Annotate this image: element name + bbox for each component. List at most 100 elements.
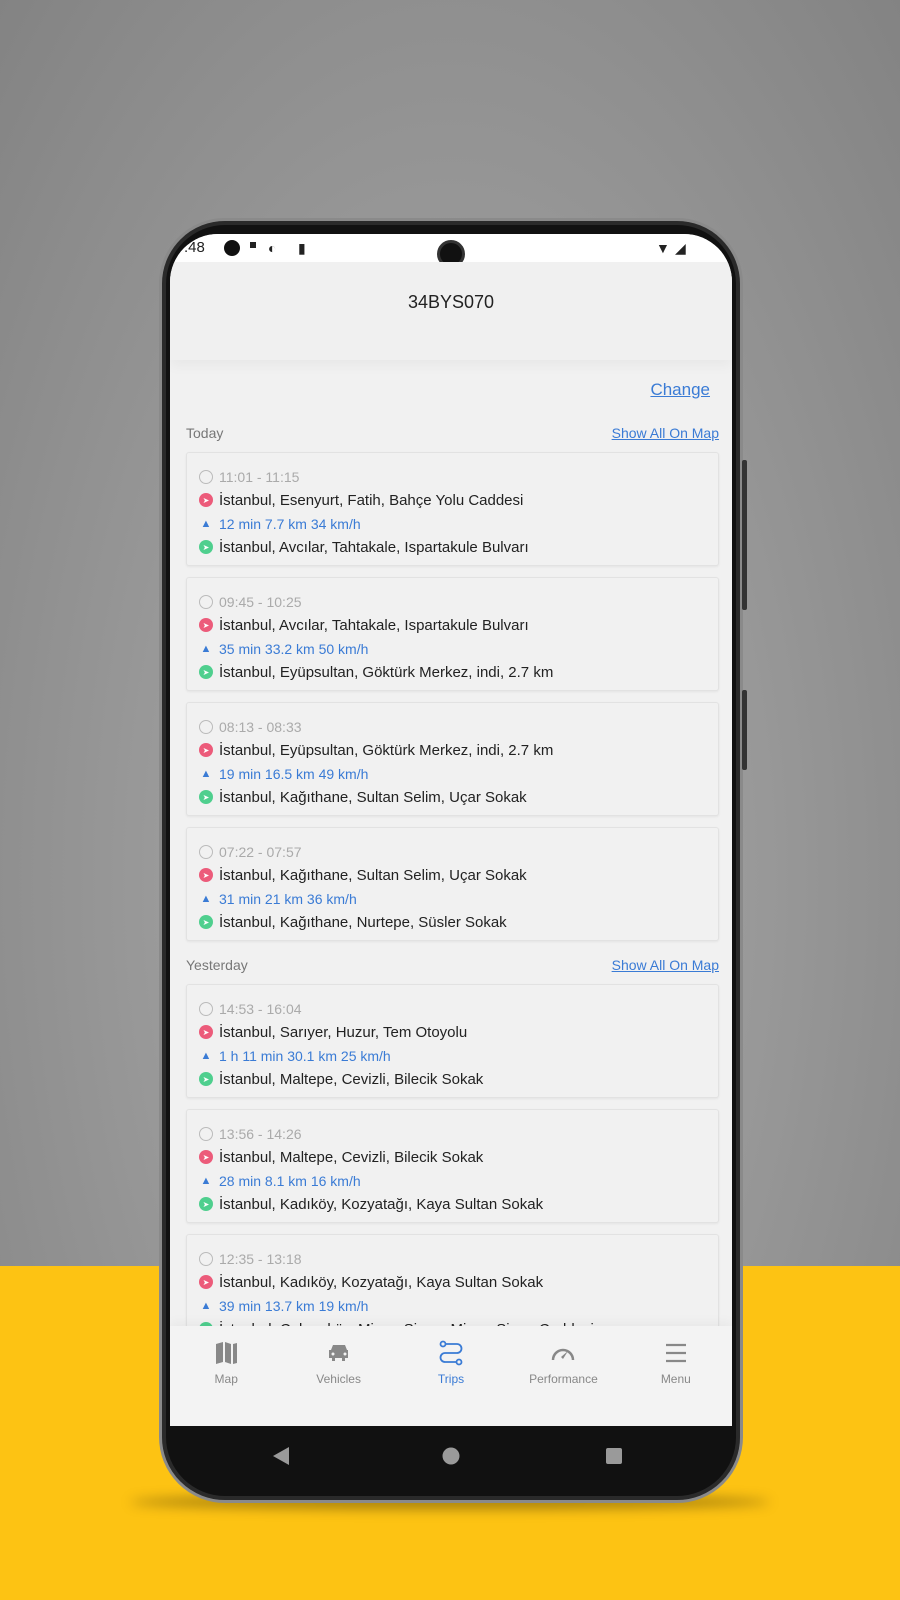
recents-icon[interactable] (606, 1448, 622, 1464)
trip-time: 11:01 - 11:15 (219, 468, 300, 485)
navigation-arrow-icon: ▲ (200, 892, 212, 905)
clock-icon (199, 594, 213, 609)
nav-tab-performance[interactable]: Performance (507, 1326, 619, 1426)
trip-start-address: İstanbul, Eyüpsultan, Göktürk Merkez, in… (219, 741, 554, 759)
clock-icon (199, 719, 213, 734)
home-icon[interactable] (442, 1447, 460, 1465)
trip-card[interactable]: 08:13 - 08:33 ➤ İstanbul, Eyüpsultan, Gök… (186, 702, 719, 816)
trip-time: 12:35 - 13:18 (219, 1250, 302, 1267)
start-location-icon: ➤ (199, 1275, 213, 1290)
section-label: Yesterday (186, 957, 248, 973)
start-location-icon: ➤ (199, 1150, 213, 1165)
navigation-arrow-icon: ▲ (200, 1299, 212, 1312)
trip-time: 07:22 - 07:57 (219, 843, 302, 860)
trip-card[interactable]: 13:56 - 14:26 ➤ İstanbul, Maltepe, Cevizl… (186, 1109, 719, 1223)
nav-tab-label: Map (214, 1372, 238, 1386)
trip-time: 09:45 - 10:25 (219, 593, 302, 610)
signal-icon: ◢ (675, 240, 686, 256)
trip-stats: 19 min 16.5 km 49 km/h (219, 765, 369, 782)
section-header: Today Show All On Map (186, 420, 719, 446)
end-location-icon: ➤ (199, 540, 213, 555)
clock-icon (199, 1126, 213, 1141)
end-location-icon: ➤ (199, 1197, 213, 1212)
trip-card[interactable]: 07:22 - 07:57 ➤ İstanbul, Kağıthane, Sult… (186, 827, 719, 941)
trip-start-address: İstanbul, Avcılar, Tahtakale, Ispartakul… (219, 616, 529, 634)
start-location-icon: ➤ (199, 868, 213, 883)
trip-time: 08:13 - 08:33 (219, 718, 302, 735)
start-location-icon: ➤ (199, 618, 213, 633)
end-location-icon: ➤ (199, 1072, 213, 1087)
show-all-on-map-link[interactable]: Show All On Map (612, 957, 719, 973)
nav-tab-label: Performance (529, 1372, 598, 1386)
nav-tab-label: Trips (437, 1372, 465, 1386)
trip-start-address: İstanbul, Kağıthane, Sultan Selim, Uçar … (219, 866, 527, 884)
end-location-icon: ➤ (199, 665, 213, 680)
trip-time: 14:53 - 16:04 (219, 1000, 302, 1017)
start-location-icon: ➤ (199, 1025, 213, 1040)
volume-button (742, 460, 747, 610)
trip-start-address: İstanbul, Esenyurt, Fatih, Bahçe Yolu Ca… (219, 491, 524, 509)
start-location-icon: ➤ (199, 743, 213, 758)
end-location-icon: ➤ (199, 790, 213, 805)
screen: .48 ◐ ▮ ▼ ◢ 34BYS070 Change Today Show A… (170, 234, 732, 1426)
system-navigation-bar (170, 1426, 732, 1486)
change-vehicle-link[interactable]: Change (650, 380, 710, 400)
trip-card[interactable]: 14:53 - 16:04 ➤ İstanbul, Sarıyer, Huzur,… (186, 984, 719, 1098)
navigation-arrow-icon: ▲ (200, 517, 212, 530)
map-icon (216, 1342, 238, 1364)
navigation-arrow-icon: ▲ (200, 1049, 212, 1062)
clock-icon (199, 1251, 213, 1266)
trip-end-address: İstanbul, Avcılar, Tahtakale, Ispartakul… (219, 538, 529, 556)
notification-icon (250, 242, 256, 248)
clock-icon (199, 844, 213, 859)
nav-tab-menu[interactable]: Menu (620, 1326, 732, 1426)
start-location-icon: ➤ (199, 493, 213, 508)
nav-tab-label: Menu (660, 1372, 691, 1386)
trip-stats: 1 h 11 min 30.1 km 25 km/h (219, 1047, 391, 1064)
notification-dot-icon (224, 240, 240, 256)
trip-end-address: İstanbul, Kadıköy, Kozyatağı, Kaya Sulta… (219, 1195, 544, 1213)
clock-icon (199, 1001, 213, 1016)
route-icon (439, 1340, 463, 1366)
nav-tab-label: Vehicles (316, 1372, 361, 1386)
trip-card[interactable]: 09:45 - 10:25 ➤ İstanbul, Avcılar, Tahtak… (186, 577, 719, 691)
power-button (742, 690, 747, 770)
nav-tab-vehicles[interactable]: Vehicles (282, 1326, 394, 1426)
car-icon (328, 1345, 348, 1361)
bottom-navigation: Map Vehicles Trips Performance Menu (170, 1326, 732, 1426)
navigation-arrow-icon: ▲ (200, 1174, 212, 1187)
trip-list[interactable]: Today Show All On Map 11:01 - 11:15 ➤ İst… (186, 420, 719, 1359)
trip-end-address: İstanbul, Maltepe, Cevizli, Bilecik Soka… (219, 1070, 484, 1088)
clock-icon (199, 469, 213, 484)
speedometer-icon (552, 1348, 575, 1361)
wifi-icon: ▼ (656, 240, 670, 256)
nav-tab-map[interactable]: Map (170, 1326, 282, 1426)
show-all-on-map-link[interactable]: Show All On Map (612, 425, 719, 441)
trip-end-address: İstanbul, Kağıthane, Nurtepe, Süsler Sok… (219, 913, 507, 931)
trip-stats: 35 min 33.2 km 50 km/h (219, 640, 369, 657)
navigation-arrow-icon: ▲ (200, 767, 212, 780)
trip-end-address: İstanbul, Eyüpsultan, Göktürk Merkez, in… (219, 663, 554, 681)
page-title: 34BYS070 (407, 292, 495, 312)
trip-stats: 12 min 7.7 km 34 km/h (219, 515, 361, 532)
sd-card-icon: ▮ (298, 240, 306, 256)
end-location-icon: ➤ (199, 915, 213, 930)
trip-time: 13:56 - 14:26 (219, 1125, 302, 1142)
section-header: Yesterday Show All On Map (186, 952, 719, 978)
app-header: 34BYS070 (170, 262, 732, 360)
back-icon[interactable] (273, 1447, 289, 1465)
trip-start-address: İstanbul, Sarıyer, Huzur, Tem Otoyolu (219, 1023, 468, 1041)
trip-stats: 31 min 21 km 36 km/h (219, 890, 357, 907)
status-time: .48 (184, 239, 205, 256)
trip-card[interactable]: 11:01 - 11:15 ➤ İstanbul, Esenyurt, Fatih… (186, 452, 719, 566)
trip-start-address: İstanbul, Kadıköy, Kozyatağı, Kaya Sulta… (219, 1273, 544, 1291)
data-saver-icon: ◐ (268, 240, 277, 256)
trip-stats: 28 min 8.1 km 16 km/h (219, 1172, 361, 1189)
trip-end-address: İstanbul, Kağıthane, Sultan Selim, Uçar … (219, 788, 527, 806)
section-label: Today (186, 425, 224, 441)
trip-stats: 39 min 13.7 km 19 km/h (219, 1297, 369, 1314)
nav-tab-trips[interactable]: Trips (395, 1326, 507, 1426)
trip-start-address: İstanbul, Maltepe, Cevizli, Bilecik Soka… (219, 1148, 484, 1166)
navigation-arrow-icon: ▲ (200, 642, 212, 655)
hamburger-icon (665, 1343, 686, 1363)
